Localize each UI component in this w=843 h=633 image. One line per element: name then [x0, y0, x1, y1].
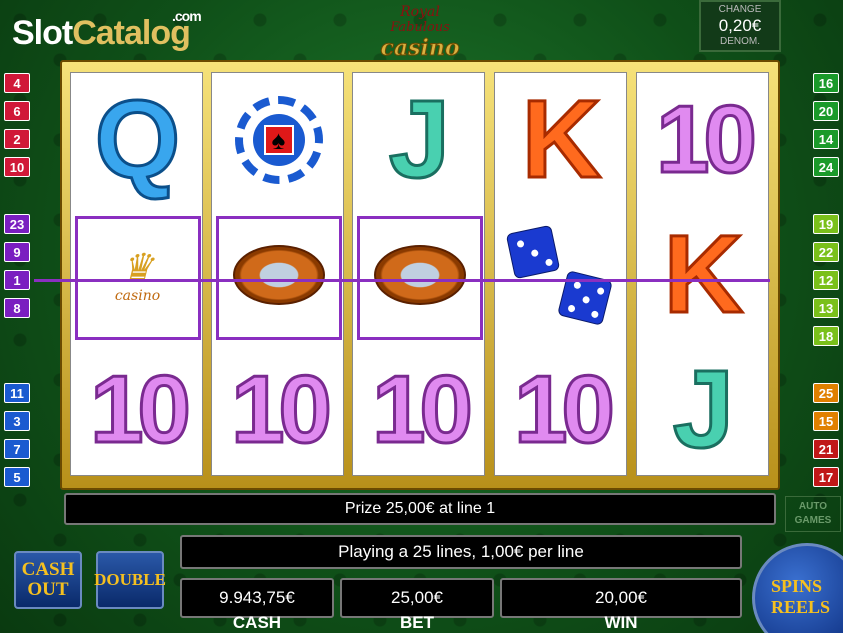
line-indicator[interactable]: 25: [813, 383, 839, 403]
reel-cell: K: [495, 73, 628, 207]
auto-games-button[interactable]: AUTO GAMES: [785, 496, 841, 532]
line-indicator[interactable]: 1: [4, 270, 30, 290]
logo-line3: casino: [380, 35, 460, 62]
line-indicator[interactable]: 6: [4, 101, 30, 121]
win-highlight: [75, 216, 201, 340]
win-highlight: [216, 216, 342, 340]
reel-5: 10 K J: [636, 72, 769, 476]
reel-cell: 10: [212, 343, 345, 477]
logo-line1: Royal: [400, 4, 440, 20]
symbol-q: Q: [93, 78, 182, 201]
line-indicator[interactable]: 14: [813, 129, 839, 149]
denom-bottom-label: DENOM.: [720, 36, 760, 47]
win-label: WIN: [604, 613, 638, 632]
playing-message: Playing a 25 lines, 1,00€ per line: [180, 535, 742, 569]
symbol-10: 10: [655, 86, 759, 193]
cash-out-button[interactable]: CASH OUT: [14, 551, 82, 609]
symbol-j: J: [671, 348, 735, 471]
die-icon: [505, 224, 560, 280]
symbol-10: 10: [230, 356, 334, 463]
line-indicator[interactable]: 17: [813, 467, 839, 487]
line-indicator[interactable]: 15: [813, 411, 839, 431]
denom-value: 0,20€: [718, 16, 762, 35]
prize-message: Prize 25,00€ at line 1: [64, 493, 776, 525]
line-indicator[interactable]: 3: [4, 411, 30, 431]
reel-cell: J: [353, 73, 486, 207]
line-indicator[interactable]: 9: [4, 242, 30, 262]
reel-4: K 10: [494, 72, 627, 476]
denom-top-label: CHANGE: [718, 4, 762, 15]
bet-label: BET: [400, 613, 434, 632]
casino-chip-symbol: ♠: [234, 96, 323, 184]
cash-out-line1: CASH: [21, 559, 75, 580]
line-indicator[interactable]: 10: [4, 157, 30, 177]
line-indicator[interactable]: 18: [813, 326, 839, 346]
cash-label: CASH: [232, 613, 282, 632]
reels-area: Q ♛ casino 10 ♠ 10 J 10 K 10 10 K J: [70, 72, 770, 476]
cash-value: 9.943,75€: [180, 578, 334, 618]
cash-out-line2: OUT: [27, 579, 69, 600]
reel-cell: ♠: [212, 73, 345, 207]
line-indicator[interactable]: 24: [813, 157, 839, 177]
dice-symbol: [502, 215, 622, 335]
line-indicator[interactable]: 19: [813, 214, 839, 234]
symbol-10: 10: [513, 356, 617, 463]
reel-cell: 10: [495, 343, 628, 477]
reel-cell: 10: [71, 343, 204, 477]
reel-cell: Q: [71, 73, 204, 207]
line-indicator[interactable]: 13: [813, 298, 839, 318]
reel-cell: K: [637, 208, 770, 342]
payline-1: [34, 279, 770, 282]
spin-line1: SPINS: [771, 576, 823, 596]
line-indicator[interactable]: 5: [4, 467, 30, 487]
line-indicator[interactable]: 2: [4, 129, 30, 149]
spin-line2: REELS: [771, 597, 831, 617]
line-indicator[interactable]: 7: [4, 439, 30, 459]
line-indicator[interactable]: 22: [813, 242, 839, 262]
auto-games-line1: AUTO: [798, 501, 828, 512]
bet-value[interactable]: 25,00€: [340, 578, 494, 618]
double-button[interactable]: DOUBLE: [94, 551, 166, 609]
symbol-10: 10: [371, 356, 475, 463]
symbol-j: J: [387, 78, 451, 201]
line-indicator[interactable]: 4: [4, 73, 30, 93]
auto-games-line2: GAMES: [794, 515, 832, 526]
line-indicator[interactable]: 12: [813, 270, 839, 290]
reel-cell: 10: [353, 343, 486, 477]
spade-icon: ♠: [263, 125, 294, 155]
win-value: 20,00€: [500, 578, 742, 618]
win-highlight: [357, 216, 483, 340]
symbol-k: K: [662, 213, 744, 336]
line-indicator[interactable]: 8: [4, 298, 30, 318]
watermark-suffix: .com: [172, 8, 202, 24]
reel-cell: [495, 208, 628, 342]
line-indicator[interactable]: 11: [4, 383, 30, 403]
change-denom-button[interactable]: CHANGE 0,20€ DENOM.: [699, 0, 781, 52]
watermark-part1: Slot: [12, 14, 73, 52]
line-indicator[interactable]: 20: [813, 101, 839, 121]
reel-cell: 10: [637, 73, 770, 207]
symbol-10: 10: [89, 356, 193, 463]
watermark: SlotCatalog .com: [12, 8, 202, 53]
reel-cell: J: [637, 343, 770, 477]
logo-line2: Fabulous: [390, 20, 450, 35]
symbol-k: K: [520, 78, 602, 201]
line-indicator[interactable]: 23: [4, 214, 30, 234]
line-indicator[interactable]: 16: [813, 73, 839, 93]
line-indicator[interactable]: 21: [813, 439, 839, 459]
